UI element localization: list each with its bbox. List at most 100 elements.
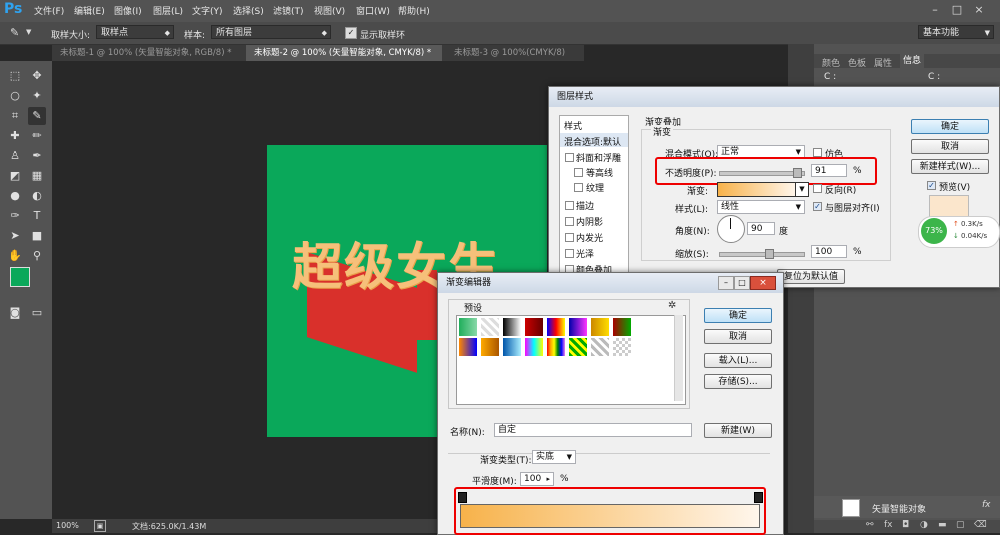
smoothness-select[interactable]: 100 ▸ (520, 472, 554, 486)
move-icon[interactable]: ✥ (28, 67, 46, 85)
type-icon[interactable]: T (28, 207, 46, 225)
gradient-icon[interactable]: ▦ (28, 167, 46, 185)
fx-icon[interactable]: fx (982, 500, 991, 510)
network-speed-widget[interactable]: 73% ↑ 0.3K/s ↓ 0.04K/s (918, 216, 1000, 248)
preset-swatch[interactable] (459, 338, 477, 356)
minimize-icon[interactable]: – (718, 276, 734, 290)
stamp-icon[interactable]: ♙ (6, 147, 24, 165)
preview-checkbox[interactable]: ✓ (927, 181, 936, 190)
menu-file[interactable]: 文件(F) (34, 4, 64, 17)
maximize-icon[interactable]: □ (950, 3, 964, 17)
scale-input[interactable]: 100 (811, 245, 847, 258)
folder-icon[interactable]: ▬ (938, 520, 947, 530)
menu-window[interactable]: 窗口(W) (356, 4, 390, 17)
menu-view[interactable]: 视图(V) (314, 4, 345, 17)
preset-swatch[interactable] (525, 338, 543, 356)
new-layer-icon[interactable]: ▢ (956, 520, 965, 530)
trash-icon[interactable]: ⌫ (974, 520, 987, 530)
preset-swatch[interactable] (481, 318, 499, 336)
menu-select[interactable]: 选择(S) (233, 4, 264, 17)
preset-swatch[interactable] (591, 338, 609, 356)
workspace-select[interactable]: 基本功能 ▼ (918, 25, 994, 39)
dodge-icon[interactable]: ◐ (28, 187, 46, 205)
inner-glow-checkbox[interactable] (565, 233, 574, 242)
contour-label[interactable]: 等高线 (586, 166, 613, 179)
tab-properties[interactable]: 属性 (874, 56, 892, 69)
preset-swatch[interactable] (481, 338, 499, 356)
preset-swatch[interactable] (613, 338, 631, 356)
minimize-icon[interactable]: – (928, 3, 942, 17)
scale-slider-thumb[interactable] (765, 249, 774, 259)
marquee-icon[interactable]: ⬚ (6, 67, 24, 85)
satin-checkbox[interactable] (565, 249, 574, 258)
preset-swatch[interactable] (525, 318, 543, 336)
shape-icon[interactable]: ■ (28, 227, 46, 245)
gear-icon[interactable]: ✲ (668, 300, 676, 311)
brush-icon[interactable]: ✏ (28, 127, 46, 145)
menu-help[interactable]: 帮助(H) (398, 4, 430, 17)
blur-icon[interactable]: ● (6, 187, 24, 205)
style-select[interactable]: 线性 ▼ (717, 200, 805, 214)
lasso-icon[interactable]: ○ (6, 87, 24, 105)
history-brush-icon[interactable]: ✒ (28, 147, 46, 165)
healing-icon[interactable]: ✚ (6, 127, 24, 145)
tab-document-1[interactable]: 未标题-1 @ 100% (矢量智能对象, RGB/8) * (52, 45, 242, 61)
bevel-checkbox[interactable] (565, 153, 574, 162)
preset-swatch[interactable] (547, 338, 565, 356)
presets-scrollbar[interactable] (674, 315, 683, 401)
inner-glow-label[interactable]: 内发光 (576, 231, 603, 244)
menu-filter[interactable]: 滤镜(T) (273, 4, 304, 17)
quick-mask-icon[interactable]: ◙ (6, 304, 24, 322)
export-icon[interactable]: ▣ (94, 520, 106, 532)
tab-info[interactable]: 信息 (900, 54, 925, 68)
dither-checkbox[interactable] (813, 148, 822, 157)
contour-checkbox[interactable] (574, 168, 583, 177)
inner-shadow-label[interactable]: 内阴影 (576, 215, 603, 228)
show-ring-checkbox[interactable]: ✓ (345, 27, 357, 39)
gradient-type-select[interactable]: 实底 ▼ (532, 450, 576, 464)
save-button[interactable]: 存储(S)... (704, 374, 772, 389)
name-input[interactable]: 自定 (494, 423, 692, 437)
inner-shadow-checkbox[interactable] (565, 217, 574, 226)
fx-add-icon[interactable]: fx (884, 520, 893, 530)
texture-checkbox[interactable] (574, 183, 583, 192)
gradient-preview-swatch[interactable] (717, 182, 797, 197)
close-icon[interactable]: × (750, 276, 776, 290)
eyedropper-tool-icon[interactable]: ✎ (28, 107, 46, 125)
angle-input[interactable]: 90 (747, 222, 775, 235)
mask-icon[interactable]: ◘ (902, 520, 909, 530)
pen-icon[interactable]: ✑ (6, 207, 24, 225)
reverse-checkbox[interactable] (813, 184, 822, 193)
eraser-icon[interactable]: ◩ (6, 167, 24, 185)
cancel-button[interactable]: 取消 (704, 329, 772, 344)
adjustment-icon[interactable]: ◑ (920, 520, 928, 530)
stroke-checkbox[interactable] (565, 201, 574, 210)
eyedropper-icon[interactable]: ✎ (10, 26, 19, 39)
tab-color[interactable]: 颜色 (822, 56, 840, 69)
bevel-label[interactable]: 斜面和浮雕 (576, 151, 621, 164)
sample-size-select[interactable]: 取样点 ◆ (96, 25, 174, 39)
new-button[interactable]: 新建(W) (704, 423, 772, 438)
stroke-label[interactable]: 描边 (576, 199, 594, 212)
preset-swatch[interactable] (569, 318, 587, 336)
blend-options-item[interactable]: 混合选项:默认 (560, 133, 628, 148)
tab-document-2[interactable]: 未标题-2 @ 100% (矢量智能对象, CMYK/8) * (246, 45, 442, 61)
maximize-icon[interactable]: □ (734, 276, 750, 290)
ok-button[interactable]: 确定 (704, 308, 772, 323)
preset-swatch[interactable] (459, 318, 477, 336)
foreground-color-swatch[interactable] (10, 267, 30, 287)
preset-swatch[interactable] (613, 318, 631, 336)
close-icon[interactable]: × (972, 3, 986, 17)
ok-button[interactable]: 确定 (911, 119, 989, 134)
menu-edit[interactable]: 编辑(E) (74, 4, 105, 17)
crop-icon[interactable]: ⌗ (6, 107, 24, 125)
new-style-button[interactable]: 新建样式(W)... (911, 159, 989, 174)
menu-type[interactable]: 文字(Y) (192, 4, 223, 17)
preset-swatch[interactable] (591, 318, 609, 336)
satin-label[interactable]: 光泽 (576, 247, 594, 260)
load-button[interactable]: 载入(L)... (704, 353, 772, 368)
preset-swatch[interactable] (503, 318, 521, 336)
menu-layer[interactable]: 图层(L) (153, 4, 183, 17)
quick-select-icon[interactable]: ✦ (28, 87, 46, 105)
layer-row[interactable]: 矢量智能对象 fx (814, 496, 1000, 518)
